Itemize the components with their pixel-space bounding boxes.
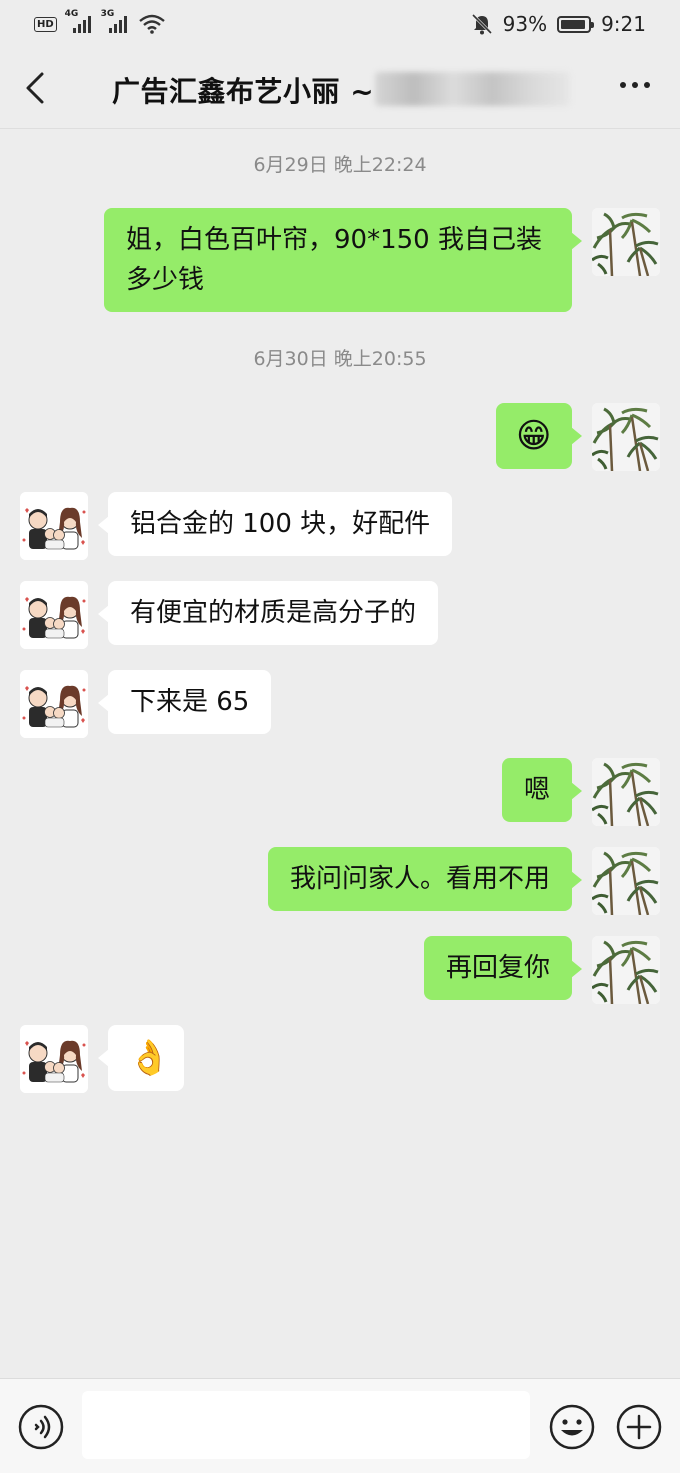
- sim2-label: 3G: [100, 9, 115, 19]
- ok-hand-emoji: 👌: [128, 1038, 171, 1078]
- more-dots-icon: [620, 82, 626, 88]
- sent-message-bubble[interactable]: 嗯: [501, 758, 583, 822]
- chat-title: 广告汇鑫布艺小丽 ~: [112, 75, 375, 108]
- my-avatar[interactable]: [592, 208, 660, 276]
- status-bar: HD 4G 3G 93% 9:21: [0, 0, 680, 48]
- battery-fill: [561, 19, 586, 29]
- my-avatar[interactable]: [592, 847, 660, 915]
- received-message-bubble[interactable]: 下来是 65: [97, 670, 272, 734]
- input-bar: [0, 1378, 680, 1473]
- more-functions-button[interactable]: [615, 1403, 663, 1451]
- sent-message-bubble[interactable]: 我问问家人。看用不用: [267, 847, 583, 911]
- status-right: 93% 9:21: [471, 12, 646, 36]
- my-avatar[interactable]: [592, 758, 660, 826]
- sent-message-bubble[interactable]: 姐，白色百叶帘，90*150 我自己装多少钱: [104, 208, 582, 312]
- hd-icon: HD: [34, 16, 57, 32]
- back-arrow-icon: [26, 72, 44, 104]
- sent-message-bubble[interactable]: 再回复你: [423, 936, 583, 1000]
- message-text: 铝合金的 100 块，好配件: [130, 509, 431, 539]
- status-left: HD 4G 3G: [34, 9, 165, 34]
- contact-avatar[interactable]: [20, 1025, 88, 1093]
- back-button[interactable]: [18, 68, 52, 108]
- message-timestamp: 6月30日 晚上20:55: [253, 348, 427, 370]
- grinning-emoji: 😁: [516, 416, 552, 456]
- wifi-icon: [138, 14, 165, 34]
- clock-time: 9:21: [601, 12, 646, 36]
- sim1-label: 4G: [64, 9, 79, 19]
- mute-bell-icon: [471, 13, 492, 35]
- contact-avatar[interactable]: [20, 581, 88, 649]
- message-text: 有便宜的材质是高分子的: [130, 598, 417, 628]
- voice-button[interactable]: [17, 1403, 65, 1451]
- my-avatar[interactable]: [592, 936, 660, 1004]
- chat-header: 广告汇鑫布艺小丽 ~: [0, 48, 680, 128]
- blurred-contact-name: [375, 72, 570, 106]
- message-text: 再回复你: [445, 953, 550, 983]
- received-message-bubble[interactable]: 👌: [98, 1025, 184, 1091]
- more-button[interactable]: [620, 82, 650, 88]
- received-message-bubble[interactable]: 有便宜的材质是高分子的: [97, 581, 439, 645]
- contact-avatar[interactable]: [20, 492, 88, 560]
- signal-icon: 4G: [65, 9, 93, 33]
- message-text: 姐，白色百叶帘，90*150 我自己装多少钱: [126, 225, 542, 295]
- message-text: 下来是 65: [130, 687, 250, 717]
- contact-avatar[interactable]: [20, 670, 88, 738]
- battery-percent: 93%: [502, 12, 548, 36]
- emoji-face-icon: [549, 1404, 595, 1450]
- my-avatar[interactable]: [592, 403, 660, 471]
- message-text: 嗯: [523, 775, 550, 805]
- plus-icon: [616, 1404, 662, 1450]
- message-text: 我问问家人。看用不用: [289, 864, 550, 894]
- message-input[interactable]: [82, 1391, 530, 1459]
- message-timestamp: 6月29日 晚上22:24: [253, 154, 427, 176]
- received-message-bubble[interactable]: 铝合金的 100 块，好配件: [97, 492, 453, 556]
- sent-message-bubble[interactable]: 😁: [496, 403, 582, 469]
- emoji-button[interactable]: [548, 1403, 596, 1451]
- battery-icon: [557, 15, 595, 33]
- signal-icon: 3G: [101, 9, 129, 33]
- header-divider: [0, 128, 680, 129]
- voice-icon: [18, 1404, 64, 1450]
